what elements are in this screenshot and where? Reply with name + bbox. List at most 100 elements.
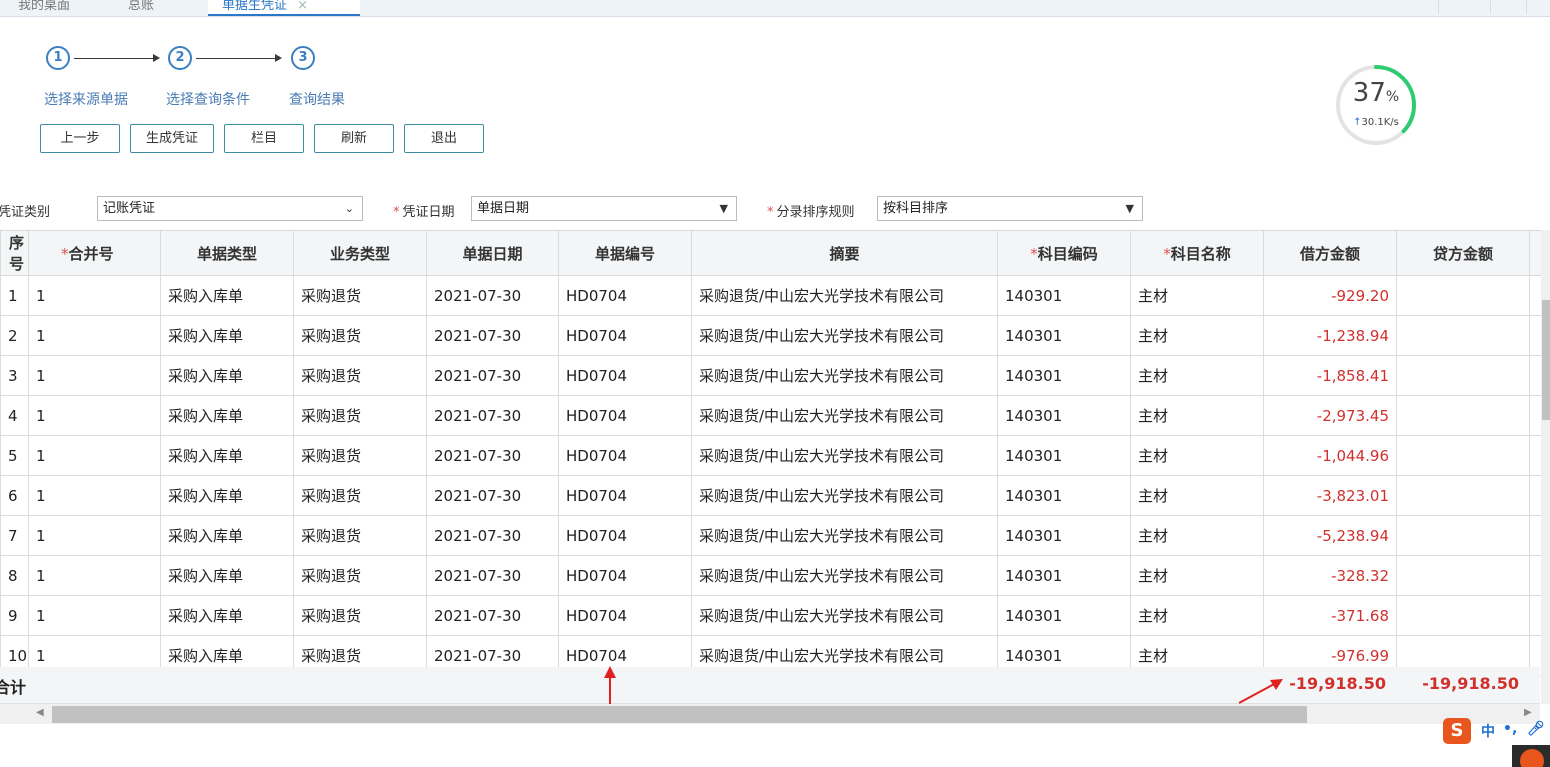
col-header-index[interactable]: 序号 — [0, 230, 29, 276]
col-header-summary[interactable]: 摘要 — [691, 230, 998, 276]
cell-business-type[interactable]: 采购退货 — [293, 355, 427, 396]
window-layout-button[interactable] — [1490, 0, 1519, 14]
cell-debit[interactable]: -1,238.94 — [1263, 315, 1397, 356]
col-header-business-type[interactable]: 业务类型 — [293, 230, 427, 276]
cell-credit[interactable] — [1396, 515, 1530, 556]
cell-bill-no[interactable]: HD0704 — [558, 355, 692, 396]
cell-summary[interactable]: 采购退货/中山宏大光学技术有限公司 — [691, 595, 998, 636]
cell-debit[interactable]: -2,973.45 — [1263, 395, 1397, 436]
cell-bill-date[interactable]: 2021-07-30 — [426, 435, 559, 476]
cell-account-code[interactable]: 140301 — [997, 435, 1131, 476]
tab-my-desktop[interactable]: 我的桌面 — [18, 0, 70, 14]
microphone-icon[interactable]: 🎤︎ — [1527, 721, 1545, 737]
cell-account-code[interactable]: 140301 — [997, 395, 1131, 436]
col-header-debit[interactable]: 借方金额 — [1263, 230, 1397, 276]
cell-bill-date[interactable]: 2021-07-30 — [426, 595, 559, 636]
cell-summary[interactable]: 采购退货/中山宏大光学技术有限公司 — [691, 315, 998, 356]
cell-summary[interactable]: 采购退货/中山宏大光学技术有限公司 — [691, 275, 998, 316]
cell-account-code[interactable]: 140301 — [997, 355, 1131, 396]
sort-rule-select[interactable]: 按科目排序 ▼ — [877, 196, 1143, 221]
cell-debit[interactable]: -328.32 — [1263, 555, 1397, 596]
col-header-bill-type[interactable]: 单据类型 — [160, 230, 294, 276]
table-row[interactable]: 3 1 采购入库单 采购退货 2021-07-30 HD0704 采购退货/中山宏大光学技术… — [0, 355, 1550, 396]
cell-merge-no[interactable]: 1 — [28, 515, 161, 556]
cell-merge-no[interactable]: 1 — [28, 275, 161, 316]
cell-debit[interactable]: -3,823.01 — [1263, 475, 1397, 516]
generate-voucher-button[interactable]: 生成凭证 — [130, 124, 214, 153]
table-row[interactable]: 9 1 采购入库单 采购退货 2021-07-30 HD0704 采购退货/中山宏大光学技术… — [0, 595, 1550, 636]
cell-summary[interactable]: 采购退货/中山宏大光学技术有限公司 — [691, 355, 998, 396]
table-row[interactable]: 1 1 采购入库单 采购退货 2021-07-30 HD0704 采购退货/中山宏大光学技术… — [0, 275, 1550, 316]
window-menu-button[interactable] — [1526, 0, 1550, 14]
cell-index[interactable]: 1 — [0, 275, 29, 316]
vertical-scrollbar[interactable] — [1541, 230, 1550, 704]
cell-merge-no[interactable]: 1 — [28, 315, 161, 356]
cell-bill-no[interactable]: HD0704 — [558, 515, 692, 556]
ime-toolbar[interactable]: S 中 •, 🎤︎ — [1441, 718, 1550, 744]
cell-account-code[interactable]: 140301 — [997, 555, 1131, 596]
cell-debit[interactable]: -371.68 — [1263, 595, 1397, 636]
cell-summary[interactable]: 采购退货/中山宏大光学技术有限公司 — [691, 515, 998, 556]
cell-account-code[interactable]: 140301 — [997, 515, 1131, 556]
cell-index[interactable]: 7 — [0, 515, 29, 556]
exit-button[interactable]: 退出 — [404, 124, 484, 153]
cell-business-type[interactable]: 采购退货 — [293, 475, 427, 516]
cell-bill-type[interactable]: 采购入库单 — [160, 355, 294, 396]
ime-mode-indicator[interactable]: 中 — [1481, 721, 1495, 741]
horizontal-scrollbar[interactable]: ◀ ▶ — [0, 704, 1540, 724]
cell-merge-no[interactable]: 1 — [28, 395, 161, 436]
tab-bill-to-voucher[interactable]: 单据生凭证 × — [208, 0, 360, 16]
cell-merge-no[interactable]: 1 — [28, 435, 161, 476]
cell-bill-date[interactable]: 2021-07-30 — [426, 275, 559, 316]
cell-business-type[interactable]: 采购退货 — [293, 595, 427, 636]
cell-business-type[interactable]: 采购退货 — [293, 435, 427, 476]
cell-index[interactable]: 8 — [0, 555, 29, 596]
scroll-right-icon[interactable]: ▶ — [1524, 707, 1532, 718]
cell-business-type[interactable]: 采购退货 — [293, 515, 427, 556]
tab-close-icon[interactable]: × — [297, 0, 308, 13]
columns-button[interactable]: 栏目 — [224, 124, 304, 153]
cell-account-name[interactable]: 主材 — [1130, 435, 1264, 476]
cell-credit[interactable] — [1396, 275, 1530, 316]
col-header-bill-no[interactable]: 单据编号 — [558, 230, 692, 276]
cell-merge-no[interactable]: 1 — [28, 595, 161, 636]
cell-bill-no[interactable]: HD0704 — [558, 395, 692, 436]
cell-merge-no[interactable]: 1 — [28, 555, 161, 596]
cell-bill-type[interactable]: 采购入库单 — [160, 395, 294, 436]
cell-bill-type[interactable]: 采购入库单 — [160, 435, 294, 476]
cell-account-name[interactable]: 主材 — [1130, 595, 1264, 636]
cell-bill-date[interactable]: 2021-07-30 — [426, 515, 559, 556]
table-row[interactable]: 6 1 采购入库单 采购退货 2021-07-30 HD0704 采购退货/中山宏大光学技术… — [0, 475, 1550, 516]
cell-credit[interactable] — [1396, 475, 1530, 516]
cell-index[interactable]: 6 — [0, 475, 29, 516]
refresh-button[interactable]: 刷新 — [314, 124, 394, 153]
cell-bill-type[interactable]: 采购入库单 — [160, 555, 294, 596]
cell-index[interactable]: 5 — [0, 435, 29, 476]
cell-bill-date[interactable]: 2021-07-30 — [426, 555, 559, 596]
cell-debit[interactable]: -929.20 — [1263, 275, 1397, 316]
cell-credit[interactable] — [1396, 555, 1530, 596]
cell-summary[interactable]: 采购退货/中山宏大光学技术有限公司 — [691, 395, 998, 436]
cell-bill-type[interactable]: 采购入库单 — [160, 315, 294, 356]
table-row[interactable]: 5 1 采购入库单 采购退货 2021-07-30 HD0704 采购退货/中山宏大光学技术… — [0, 435, 1550, 476]
scroll-left-icon[interactable]: ◀ — [36, 707, 44, 718]
cell-credit[interactable] — [1396, 355, 1530, 396]
col-header-bill-date[interactable]: 单据日期 — [426, 230, 559, 276]
cell-index[interactable]: 4 — [0, 395, 29, 436]
cell-summary[interactable]: 采购退货/中山宏大光学技术有限公司 — [691, 475, 998, 516]
col-header-credit[interactable]: 贷方金额 — [1396, 230, 1530, 276]
table-row[interactable]: 2 1 采购入库单 采购退货 2021-07-30 HD0704 采购退货/中山宏大光学技术… — [0, 315, 1550, 356]
cell-account-name[interactable]: 主材 — [1130, 555, 1264, 596]
punctuation-icon[interactable]: •, — [1503, 721, 1517, 737]
cell-merge-no[interactable]: 1 — [28, 355, 161, 396]
step-3-label[interactable]: 查询结果 — [289, 89, 345, 109]
table-row[interactable]: 4 1 采购入库单 采购退货 2021-07-30 HD0704 采购退货/中山宏大光学技术… — [0, 395, 1550, 436]
table-row[interactable]: 8 1 采购入库单 采购退货 2021-07-30 HD0704 采购退货/中山宏大光学技术… — [0, 555, 1550, 596]
cell-bill-type[interactable]: 采购入库单 — [160, 275, 294, 316]
cell-bill-no[interactable]: HD0704 — [558, 595, 692, 636]
cell-bill-no[interactable]: HD0704 — [558, 555, 692, 596]
cell-business-type[interactable]: 采购退货 — [293, 555, 427, 596]
cell-bill-no[interactable]: HD0704 — [558, 315, 692, 356]
cell-account-code[interactable]: 140301 — [997, 595, 1131, 636]
cell-account-code[interactable]: 140301 — [997, 475, 1131, 516]
